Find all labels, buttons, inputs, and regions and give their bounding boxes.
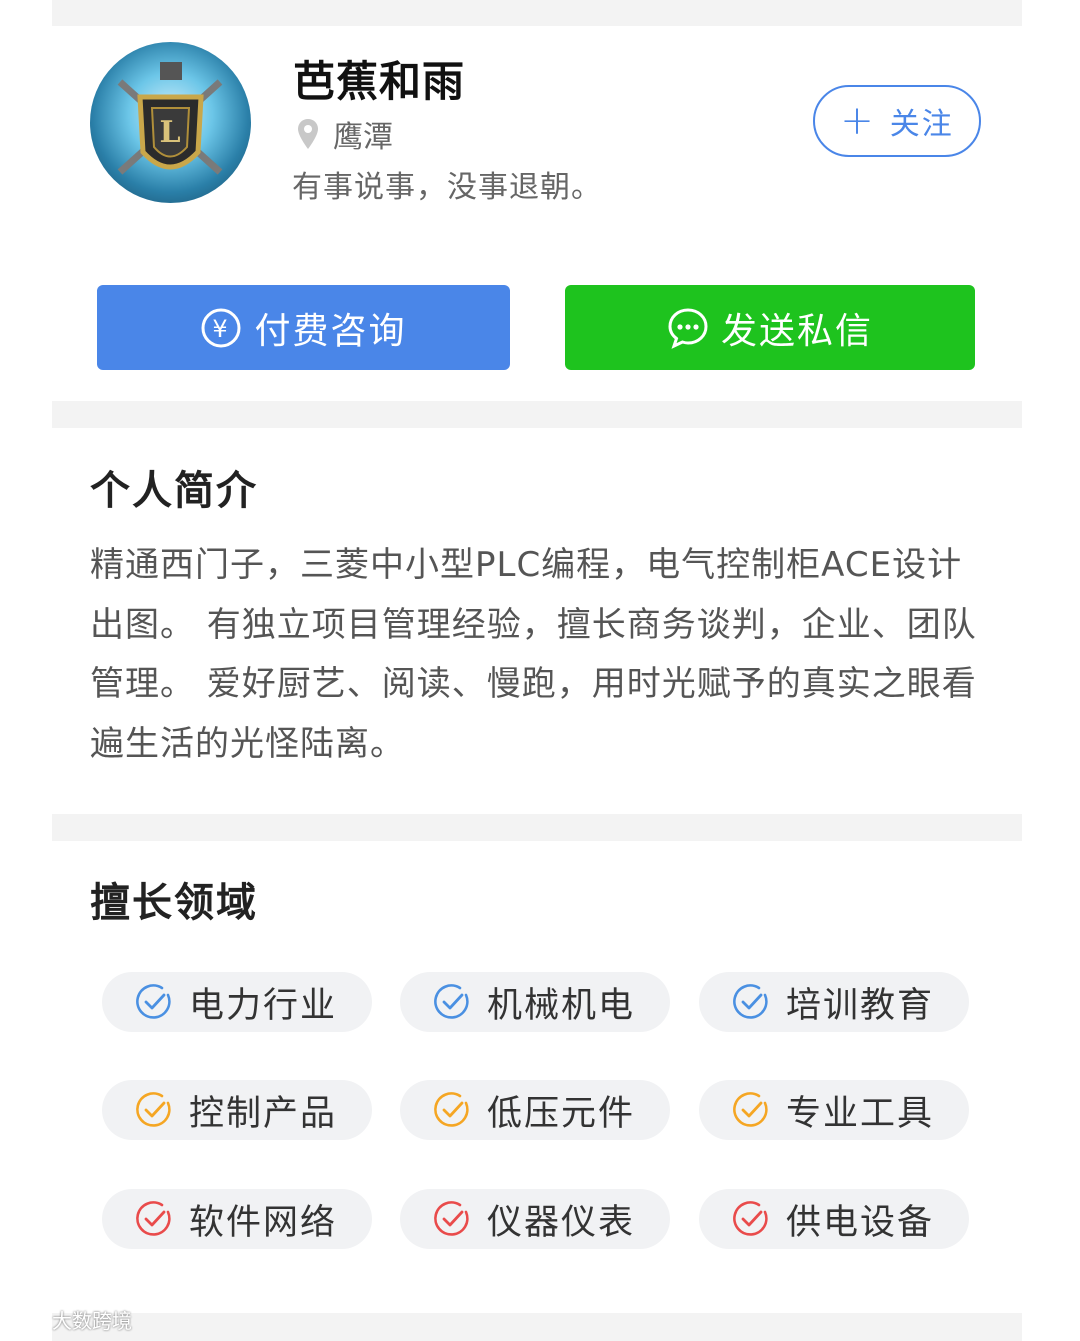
skill-tag[interactable]: 控制产品 [102, 1080, 372, 1140]
skill-tag-label: 低压元件 [487, 1093, 636, 1134]
skill-tag-label: 专业工具 [786, 1093, 935, 1134]
follow-button[interactable]: + 关注 [813, 85, 981, 157]
watermark: 大数跨境 [8, 1305, 132, 1334]
skill-tag[interactable]: 低压元件 [400, 1080, 670, 1140]
check-circle-icon [733, 1201, 768, 1236]
follow-label: 关注 [889, 107, 954, 142]
paid-consult-label: 付费咨询 [254, 310, 407, 352]
intro-text: 精通西门子，三菱中小型PLC编程，电气控制柜ACE设计出图。 有独立项目管理经验… [90, 545, 977, 764]
location-pin-icon [298, 119, 318, 149]
check-circle-icon [434, 1092, 469, 1127]
yen-circle-icon: ¥ [201, 308, 241, 347]
check-circle-icon [733, 984, 768, 1019]
svg-text:L: L [159, 115, 180, 150]
check-circle-icon [434, 984, 469, 1019]
location-row: 鹰潭 [297, 112, 393, 156]
check-circle-icon [136, 1201, 171, 1236]
skill-tag[interactable]: 供电设备 [699, 1189, 969, 1249]
paid-consult-button[interactable]: ¥ 付费咨询 [97, 285, 510, 370]
bottom-divider [52, 1313, 1022, 1341]
skill-tag-label: 培训教育 [786, 985, 935, 1026]
send-message-button[interactable]: 发送私信 [565, 285, 975, 370]
watermark-text: 大数跨境 [52, 1309, 132, 1333]
skill-tag-label: 仪器仪表 [487, 1202, 636, 1243]
skill-tag[interactable]: 仪器仪表 [400, 1189, 670, 1249]
section-divider [52, 401, 1022, 428]
section-divider [52, 814, 1022, 841]
check-circle-icon [733, 1092, 768, 1127]
check-circle-icon [136, 984, 171, 1019]
chat-bubble-icon [668, 307, 708, 349]
user-name: 芭蕉和雨 [293, 57, 466, 106]
skill-tag-label: 机械机电 [487, 985, 636, 1026]
intro-title: 个人简介 [90, 468, 258, 514]
skill-tag-label: 控制产品 [189, 1093, 338, 1134]
skill-tag-label: 电力行业 [189, 985, 338, 1026]
skill-tag-label: 软件网络 [189, 1202, 338, 1243]
skill-tag[interactable]: 专业工具 [699, 1080, 969, 1140]
watermark-logo-icon [10, 1310, 45, 1328]
skill-tag-label: 供电设备 [786, 1202, 935, 1243]
location-text: 鹰潭 [333, 120, 393, 155]
skills-title: 擅长领域 [90, 880, 258, 926]
skill-tag[interactable]: 培训教育 [699, 972, 969, 1032]
skill-tag[interactable]: 电力行业 [102, 972, 372, 1032]
shield-emblem-icon: L [117, 62, 223, 175]
top-divider [52, 0, 1022, 26]
skill-tag[interactable]: 软件网络 [102, 1189, 372, 1249]
skill-tag[interactable]: 机械机电 [400, 972, 670, 1032]
signature: 有事说事，没事退朝。 [292, 170, 602, 205]
send-message-label: 发送私信 [720, 310, 873, 352]
avatar[interactable]: L [90, 42, 251, 203]
check-circle-icon [434, 1201, 469, 1236]
plus-icon: + [840, 98, 876, 144]
svg-text:¥: ¥ [213, 315, 230, 343]
check-circle-icon [136, 1092, 171, 1127]
